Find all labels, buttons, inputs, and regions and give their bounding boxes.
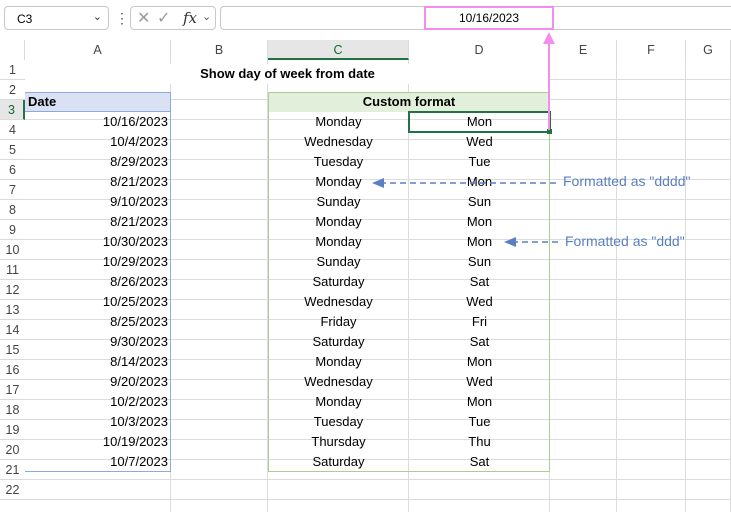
annotation-arrows [372,32,558,247]
annotation-ddd: Formatted as "ddd" [565,233,685,249]
ddd-arrow [504,237,558,247]
dddd-arrow [372,178,556,188]
pink-arrow [543,32,555,130]
annotation-dddd: Formatted as "dddd" [563,173,691,189]
